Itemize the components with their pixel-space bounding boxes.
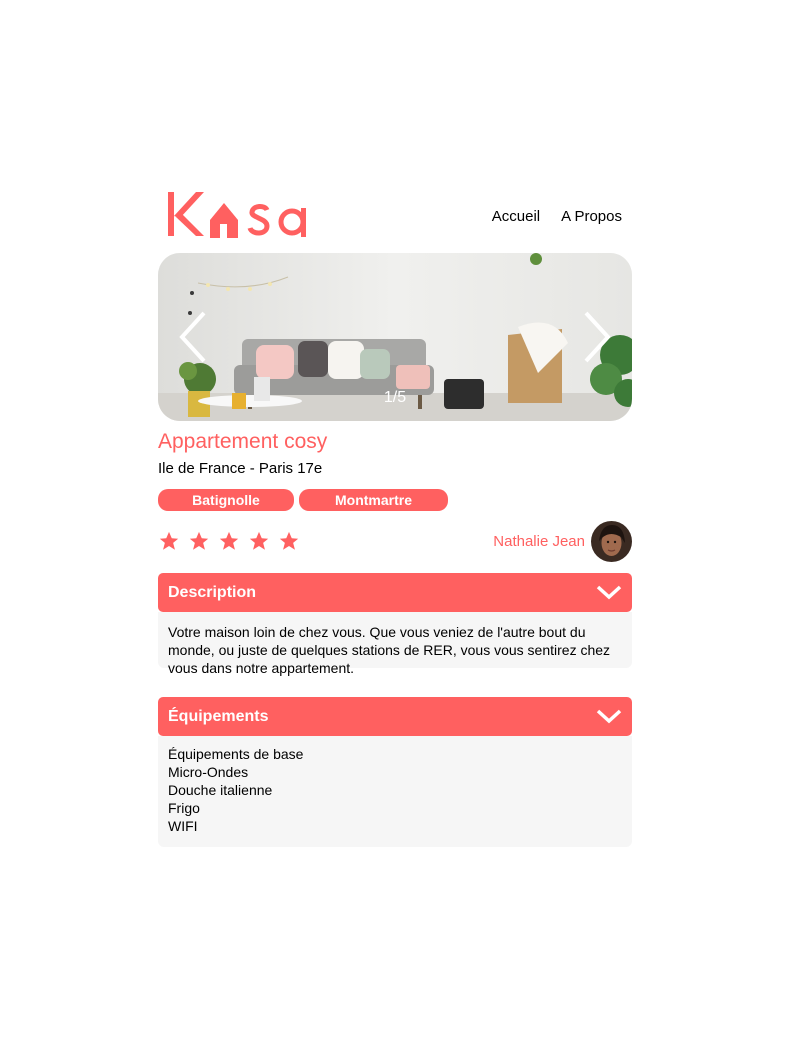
star-icon [159,531,179,550]
chevron-down-icon[interactable] [596,708,622,725]
star-icon [219,531,239,550]
description-text: Votre maison loin de chez vous. Que vous… [158,612,632,676]
description-toggle[interactable]: Description [158,573,632,612]
equipments-list: Équipements de base Micro-Ondes Douche i… [158,736,632,847]
chevron-right-icon [584,311,611,363]
tag-list: Batignolle Montmartre [158,489,448,511]
nav-link-about[interactable]: A Propos [561,208,622,225]
equipments-toggle[interactable]: Équipements [158,697,632,736]
chevron-down-icon[interactable] [596,584,622,601]
listing-location: Ile de France - Paris 17e [158,460,323,477]
host-name: Nathalie Jean [493,533,585,550]
list-item: Équipements de base [168,746,304,762]
next-photo-button[interactable] [574,309,618,365]
kasa-logo[interactable] [166,186,326,242]
list-item: WIFI [168,818,198,834]
star-icon [189,531,209,550]
tag: Montmartre [299,489,448,511]
list-item: Frigo [168,800,200,816]
listing-title: Appartement cosy [158,430,328,453]
equipments-collapse: Équipements Équipements de base Micro-On… [158,697,632,847]
tag: Batignolle [158,489,294,511]
list-item: Douche italienne [168,782,273,798]
host-info: Nathalie Jean [493,521,632,562]
photo-carousel: 1/5 [158,253,632,421]
rating [158,530,300,552]
equipments-title: Équipements [168,708,269,725]
previous-photo-button[interactable] [172,309,216,365]
star-icon [249,531,269,550]
description-collapse: Description Votre maison loin de chez vo… [158,573,632,676]
listing-page: Accueil A Propos 1/5 Appartement cosy Il… [158,186,632,847]
nav-link-home[interactable]: Accueil [492,208,540,225]
avatar [591,521,632,562]
header: Accueil A Propos [158,186,632,246]
star-icon [279,531,299,550]
main-nav: Accueil A Propos [492,208,622,225]
description-title: Description [168,584,257,601]
photo-counter: 1/5 [383,389,407,406]
list-item: Micro-Ondes [168,764,249,780]
chevron-left-icon [179,311,206,363]
